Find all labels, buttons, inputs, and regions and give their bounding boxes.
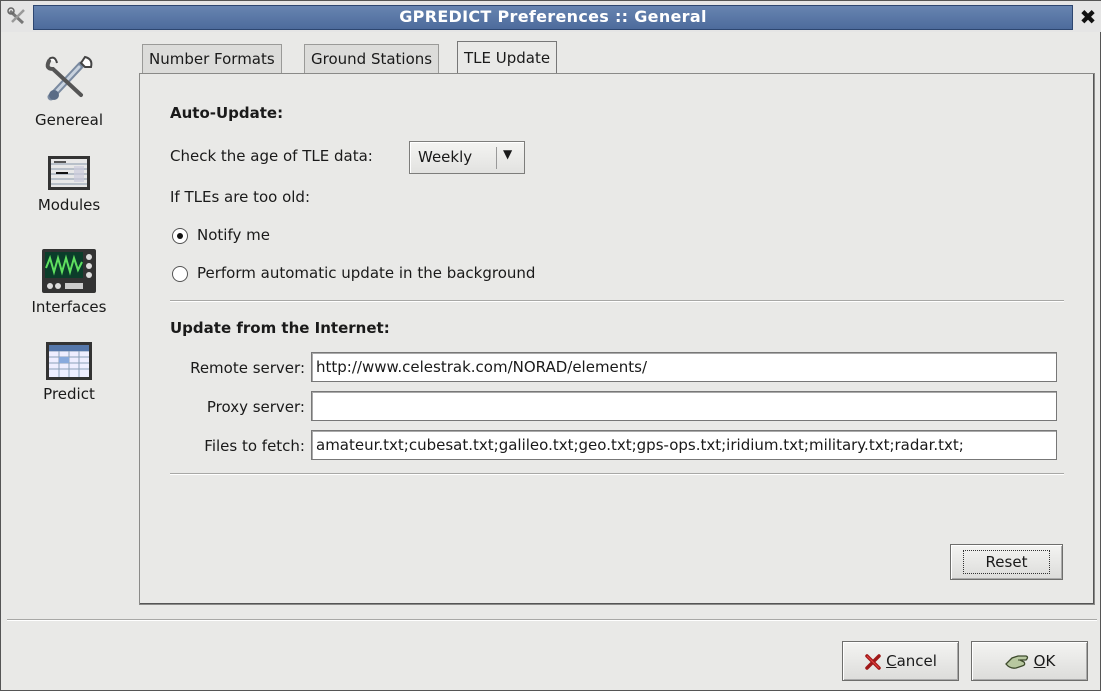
title-bar: GPREDICT Preferences :: General ✖ bbox=[1, 1, 1101, 32]
remote-server-input[interactable]: http://www.celestrak.com/NORAD/elements/ bbox=[311, 352, 1057, 382]
ok-button[interactable]: OK bbox=[971, 641, 1088, 681]
chevron-down-icon: ▼ bbox=[503, 147, 513, 161]
module-icon bbox=[48, 156, 90, 190]
section-divider bbox=[170, 300, 1064, 302]
internet-heading: Update from the Internet: bbox=[170, 319, 390, 337]
sidebar-item-interfaces[interactable]: Interfaces bbox=[1, 248, 137, 316]
sidebar-item-general[interactable]: Genereal bbox=[1, 51, 137, 129]
cancel-label: ancel bbox=[896, 652, 937, 670]
sidebar-item-label: Modules bbox=[37, 196, 101, 214]
too-old-label: If TLEs are too old: bbox=[170, 188, 311, 206]
reset-button[interactable]: Reset bbox=[950, 544, 1063, 580]
remote-server-label: Remote server: bbox=[190, 359, 305, 377]
close-icon[interactable]: ✖ bbox=[1077, 6, 1099, 28]
notify-me-label[interactable]: Notify me bbox=[197, 226, 270, 244]
tools-icon bbox=[45, 55, 93, 101]
reset-button-label: Reset bbox=[962, 550, 1051, 574]
cancel-x-icon bbox=[865, 653, 881, 670]
auto-update-radio[interactable] bbox=[172, 266, 188, 282]
dialog-divider bbox=[7, 619, 1097, 621]
ok-label: K bbox=[1045, 652, 1056, 670]
age-label: Check the age of TLE data: bbox=[170, 147, 373, 165]
app-tools-icon[interactable] bbox=[7, 7, 29, 27]
proxy-server-input[interactable] bbox=[311, 391, 1057, 421]
tab-tle-update[interactable]: TLE Update bbox=[457, 41, 558, 74]
section-divider bbox=[170, 473, 1064, 475]
sidebar-item-label: Interfaces bbox=[31, 298, 107, 316]
files-to-fetch-label: Files to fetch: bbox=[204, 437, 305, 455]
window-title: GPREDICT Preferences :: General bbox=[33, 5, 1073, 30]
interface-icon bbox=[42, 249, 96, 293]
sidebar-item-label: Genereal bbox=[34, 111, 103, 129]
tle-age-value: Weekly bbox=[418, 148, 473, 166]
cancel-mnemonic: C bbox=[886, 652, 897, 670]
preferences-window: GPREDICT Preferences :: General ✖ Genere… bbox=[0, 0, 1101, 691]
ok-hand-icon bbox=[1004, 654, 1028, 669]
files-to-fetch-input[interactable]: amateur.txt;cubesat.txt;galileo.txt;geo.… bbox=[311, 430, 1057, 460]
cancel-button[interactable]: Cancel bbox=[842, 641, 959, 681]
tab-number-formats[interactable]: Number Formats bbox=[142, 44, 282, 74]
ok-mnemonic: O bbox=[1033, 652, 1046, 670]
notify-me-radio[interactable] bbox=[172, 228, 188, 244]
sidebar-item-modules[interactable]: Modules bbox=[1, 154, 137, 214]
auto-update-heading: Auto-Update: bbox=[170, 104, 284, 122]
auto-update-label[interactable]: Perform automatic update in the backgrou… bbox=[197, 264, 535, 282]
tab-ground-stations[interactable]: Ground Stations bbox=[304, 44, 440, 74]
dropdown-separator bbox=[496, 147, 497, 169]
proxy-server-label: Proxy server: bbox=[206, 398, 305, 416]
tle-age-dropdown[interactable]: Weekly ▼ bbox=[409, 141, 525, 174]
